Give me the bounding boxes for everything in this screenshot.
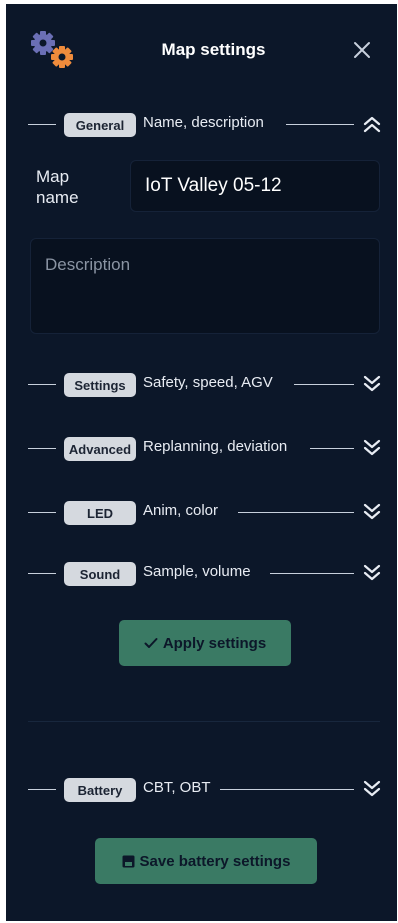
section-description: Replanning, deviation	[143, 438, 288, 455]
map-name-label: Map name	[36, 167, 79, 207]
section-badge: General	[64, 113, 136, 137]
section-description: CBT, OBT	[143, 779, 211, 796]
check-icon	[144, 638, 158, 648]
section-description: Sample, volume	[143, 563, 251, 580]
section-badge: Advanced	[64, 437, 136, 461]
section-divider-line	[238, 512, 354, 513]
section-description: Name, description	[143, 114, 264, 131]
section-badge: LED	[64, 501, 136, 525]
section-divider-line	[270, 573, 354, 574]
section-sound[interactable]: Sound Sample, volume	[28, 559, 384, 587]
chevron-double-up-icon[interactable]	[362, 113, 382, 135]
section-divider-line	[310, 448, 354, 449]
section-divider-line	[220, 789, 354, 790]
section-divider-line	[286, 124, 354, 125]
close-icon[interactable]	[350, 38, 374, 62]
section-divider-line	[28, 573, 56, 574]
section-general[interactable]: General Name, description	[28, 110, 384, 138]
section-led[interactable]: LED Anim, color	[28, 498, 384, 526]
section-description: Anim, color	[143, 502, 219, 519]
section-battery[interactable]: Battery CBT, OBT	[28, 775, 384, 803]
save-battery-settings-button[interactable]: Save battery settings	[95, 838, 317, 884]
section-badge: Settings	[64, 373, 136, 397]
chevron-double-down-icon[interactable]	[362, 562, 382, 584]
apply-settings-label: Apply settings	[162, 634, 267, 652]
chevron-double-down-icon[interactable]	[362, 778, 382, 800]
panel-header: Map settings	[6, 4, 397, 96]
panel-title: Map settings	[161, 40, 266, 59]
section-divider-line	[28, 124, 56, 125]
section-divider-line	[28, 384, 56, 385]
map-name-input[interactable]	[130, 160, 380, 212]
description-textarea[interactable]	[30, 238, 380, 334]
apply-settings-button[interactable]: Apply settings	[119, 620, 291, 666]
section-divider-line	[28, 448, 56, 449]
section-badge: Sound	[64, 562, 136, 586]
chevron-double-down-icon[interactable]	[362, 373, 382, 395]
section-divider-line	[294, 384, 354, 385]
section-badge: Battery	[64, 778, 136, 802]
section-divider-line	[28, 789, 56, 790]
save-battery-settings-label: Save battery settings	[139, 852, 291, 870]
chevron-double-down-icon[interactable]	[362, 437, 382, 459]
section-settings[interactable]: Settings Safety, speed, AGV	[28, 370, 384, 398]
map-settings-panel: Map settings General Name, description M…	[6, 4, 397, 921]
section-separator	[28, 721, 380, 722]
section-description: Safety, speed, AGV	[143, 374, 273, 391]
save-icon	[122, 855, 135, 867]
section-advanced[interactable]: Advanced Replanning, deviation	[28, 434, 384, 462]
chevron-double-down-icon[interactable]	[362, 501, 382, 523]
section-divider-line	[28, 512, 56, 513]
